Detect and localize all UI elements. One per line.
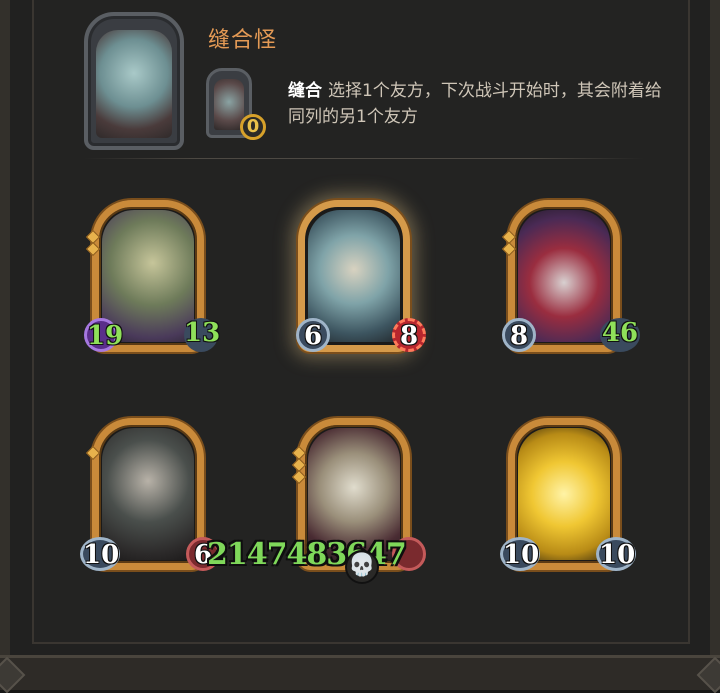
card-1-attack: 19 [84,318,123,352]
card-6-health: 10 [596,537,636,571]
ability-keyword: 缝合 [288,81,322,101]
card-3-attack: 8 [502,318,536,352]
card-2-health: 8 [392,318,426,352]
stitched-monster-portrait [96,30,172,138]
bottom-bar [0,655,720,690]
hero-portrait[interactable] [84,12,184,150]
header-divider [84,158,644,159]
card-4-attack: 10 [80,537,120,571]
card-2-attack: 6 [296,318,330,352]
ability-description: 缝合 选择1个友方，下次战斗开始时，其会附着给同列的另1个友方 [288,78,668,130]
ability-text: 选择1个友方，下次战斗开始时，其会附着给同列的另1个友方 [288,81,662,127]
card-6-attack: 10 [500,537,540,571]
mini-card-art [214,79,244,130]
jester-art [518,210,610,342]
hero-title: 缝合怪 [208,28,278,53]
card-1-health: 13 [184,318,220,352]
mini-card-cost-badge: 0 [240,114,266,140]
skull-icon: 💀 [345,550,379,584]
card-3-health: 46 [600,318,640,352]
